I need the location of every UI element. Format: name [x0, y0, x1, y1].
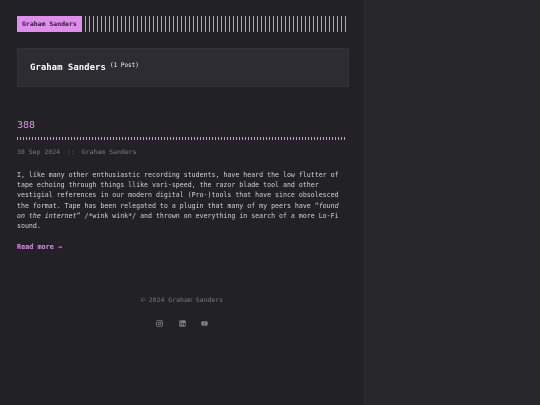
instagram-icon[interactable]	[156, 320, 163, 327]
linkedin-icon[interactable]	[178, 320, 186, 327]
post-excerpt-text: I, like many other enthusiastic recordin…	[17, 171, 339, 210]
post-title-underline	[17, 137, 347, 140]
post-meta-separator: ::	[66, 148, 75, 156]
post-title-link[interactable]: 388	[17, 120, 35, 131]
post-author-link[interactable]: Graham Sanders	[82, 148, 137, 156]
right-panel	[364, 0, 540, 405]
social-links	[0, 313, 364, 332]
site-header: Graham Sanders	[17, 16, 347, 32]
site-logo[interactable]: Graham Sanders	[17, 16, 82, 32]
header-stripe-decoration	[77, 16, 347, 32]
footer-copyright: © 2024 Graham Sanders	[140, 296, 224, 304]
author-name: Graham Sanders	[30, 63, 106, 73]
youtube-icon[interactable]	[201, 320, 208, 327]
author-box: Graham Sanders (1 Post)	[17, 48, 349, 87]
post-meta: 30 Sep 2024 :: Graham Sanders	[17, 148, 140, 156]
read-more-link[interactable]: Read more →	[17, 243, 62, 251]
post-excerpt: I, like many other enthusiastic recordin…	[17, 170, 347, 231]
author-post-count: (1 Post)	[110, 62, 139, 69]
post-date: 30 Sep 2024	[17, 148, 61, 156]
